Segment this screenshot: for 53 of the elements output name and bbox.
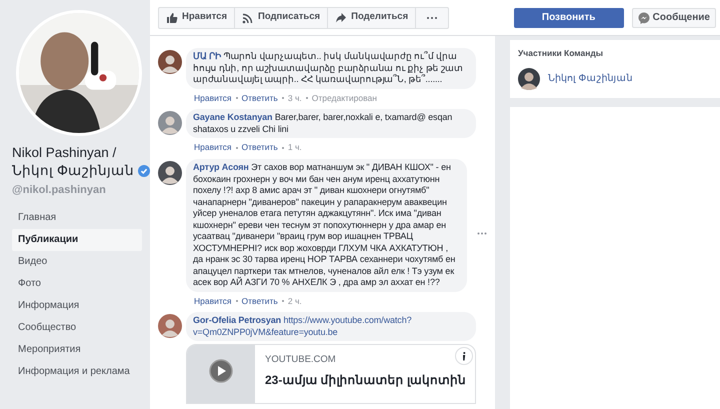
nav-item[interactable]: Информация и реклама [12, 360, 142, 382]
messenger-icon [638, 12, 650, 24]
share-arrow-icon [335, 12, 348, 24]
team-heading: Участники Команды [518, 47, 604, 60]
avatar [158, 111, 182, 136]
edited-label: Отредактирован [312, 92, 377, 104]
page-name: Nikol Pashinyan / [12, 144, 116, 162]
author-link[interactable]: ՄԱ ՐԻ [193, 51, 222, 61]
comment-action-link[interactable]: Нравится [194, 92, 232, 104]
comment-action-link[interactable]: Ответить [242, 294, 278, 308]
comment-action-link[interactable]: Нравится [194, 294, 232, 308]
page-handle: @nikol.pashinyan [12, 183, 107, 198]
page-action-button[interactable]: Подписаться [234, 8, 328, 28]
info-glyph-icon [462, 352, 466, 361]
link-preview-card[interactable]: YOUTUBE.COM 23-ամյա միլիոնատեր լակոտին [186, 344, 476, 404]
comment-action-link[interactable]: Нравится [194, 141, 232, 154]
author-link[interactable]: Gor-Ofelia Petrosyan [193, 315, 282, 326]
rss-icon [242, 12, 254, 24]
author-link[interactable]: Артур Асоян [193, 162, 249, 172]
avatar [158, 50, 182, 74]
nav-item[interactable]: Видео [12, 250, 142, 272]
comment-action-link[interactable]: Ответить [242, 141, 278, 154]
avatar [518, 68, 540, 90]
nav-item[interactable]: Сообщество [12, 316, 142, 338]
comment-time: 1 ч. [288, 141, 302, 154]
call-button[interactable]: Позвонить [514, 8, 624, 28]
info-icon[interactable] [455, 347, 473, 366]
nav-item[interactable]: Главная [12, 206, 142, 228]
comment-text: ՄԱ ՐԻ Պարոն վարչապետ.. իսկ մանկավարժը ու՞մ վրա հույս դնի, որ աշխատավարձը բարձրանա ու քիչ թե շատ արժանավայել ապրի.. ՀՀ կառավարությա՞Ն, թե՞....... [193, 51, 464, 86]
url-link[interactable]: v=Qm0ZNPP0jVM&feature=youtu.be [193, 326, 338, 337]
comment-action-link[interactable]: Ответить [242, 92, 278, 104]
member-link[interactable]: Նիկոլ Փաշինյան [548, 72, 633, 86]
comment-text: Gayane Kostanyan Barer,barer, barer,noxkali e, txamard@ esqan shataxos u zzveli Chi lini [193, 112, 454, 136]
comment-time: 2 ч. [288, 294, 302, 308]
nav-item[interactable]: Публикации [12, 228, 142, 250]
nav-item[interactable]: Фото [12, 272, 142, 294]
page-action-button[interactable]: Поделиться [328, 8, 416, 28]
avatar [158, 314, 182, 338]
page-action-button[interactable]: Нравится [159, 8, 235, 28]
thumbs-up-icon [166, 12, 178, 24]
page-name: Նիկոլ Փաշինյան [12, 162, 134, 180]
avatar [158, 161, 182, 185]
url-link[interactable]: https://www.youtube.com/watch? [283, 315, 412, 326]
nav-item[interactable]: Мероприятия [12, 338, 142, 360]
comment-text: Артур Асоян Эт сахов вор матнаншум эк " ДИВАН КШОХ" - ен бохокаин грохнерн у воч ми бан чен анум иренц аххатутюнн похелу !?! ахр 8 амис арач эт " диван кшохнери огнутямб" чанапарнерн "диванеров" пакецин у рапаракнерум аваквецин уйсер уненалов етага петутян аджакцутянн". Иск има "диван кшохнерн" ереви чен теснум эт попохутюннерн у дра амар ен усаатвац "диванери "враиц грум вор ишацнен ТРВАЦ ХОСТУМНЕРНI? иск вор жоховрди ГЛХУМ ЧКА АХКАТУТЮН , да нранк эс 30 тарва иренц НОР ТАРВА сеханнери чохутямб ен апацуцел парткери так мтнелов, чуненалов айл елк ! Тэ узум ек асек вор АЙ АЗГИ 70 % АНХЕЛК Э , дра амр эл аххат ен !?? [193, 162, 456, 288]
author-link[interactable]: Gayane Kostanyan [193, 112, 272, 122]
message-button[interactable]: Сообщение [632, 8, 716, 28]
comment-time: 3 ч. [288, 92, 302, 104]
nav-item[interactable]: Информация [12, 294, 142, 316]
link-title: 23-ամյա միլիոնատեր լակոտին [265, 372, 466, 388]
link-source: YOUTUBE.COM [265, 353, 336, 368]
play-icon [209, 359, 233, 384]
more-icon [426, 16, 438, 20]
